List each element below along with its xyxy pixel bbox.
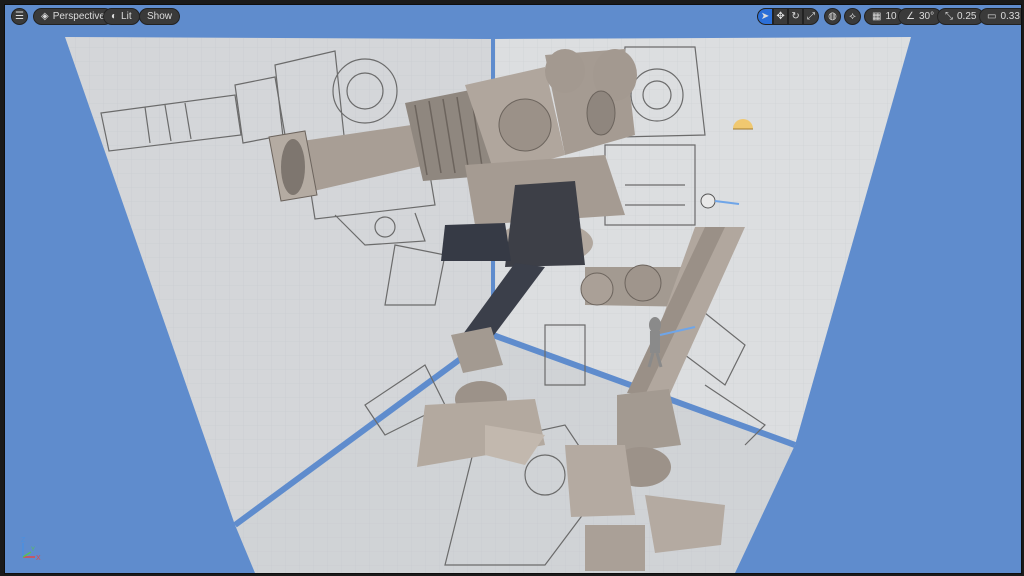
rotate-icon: ↻	[791, 11, 800, 22]
scale-snap-button[interactable]: ⤡ 0.25	[937, 8, 985, 25]
viewport-menu-button[interactable]: ☰	[11, 8, 28, 25]
angle-icon: ∠	[906, 11, 915, 22]
axis-gizmo: Z X Y	[21, 537, 41, 562]
translate-tool-button[interactable]: ✥	[773, 8, 788, 25]
rotation-snap-button[interactable]: ∠ 30°	[898, 8, 943, 25]
scale-snap-icon: ⤡	[945, 11, 953, 22]
level-viewport[interactable]: ☰ ◈ Perspective ◐ Lit Show ➤ ✥ ↻ ⤢ ◍ ⟡ ▦…	[4, 4, 1022, 574]
scale-tool-button[interactable]: ⤢	[803, 8, 819, 25]
lit-label: Lit	[121, 11, 132, 22]
globe-icon: ◍	[828, 11, 837, 22]
rotate-tool-button[interactable]: ↻	[788, 8, 803, 25]
axis-y-label: Y	[31, 547, 35, 553]
grid-icon: ▦	[872, 11, 882, 22]
axis-z-label: Z	[21, 537, 26, 544]
cursor-icon: ➤	[760, 11, 770, 22]
move-icon: ✥	[776, 11, 785, 22]
scale-snap-value: 0.25	[957, 11, 977, 22]
camera-speed-button[interactable]: ▭ 0.33	[979, 8, 1021, 25]
surface-snap-icon: ⟡	[849, 11, 856, 22]
show-label: Show	[147, 11, 173, 22]
view-mode-button[interactable]: ◐ Lit	[103, 8, 140, 25]
world-local-toggle[interactable]: ◍	[824, 8, 841, 25]
cube-icon: ◈	[41, 11, 49, 22]
perspective-label: Perspective	[52, 11, 105, 22]
rotation-snap-value: 30°	[918, 11, 935, 22]
show-button[interactable]: Show	[139, 8, 181, 25]
perspective-button[interactable]: ◈ Perspective	[33, 8, 113, 25]
camera-icon: ▭	[987, 11, 997, 22]
axis-x-label: X	[36, 555, 41, 562]
transform-tools: ➤ ✥ ↻ ⤢	[757, 8, 819, 25]
surface-snap-button[interactable]: ⟡	[844, 8, 861, 25]
lit-sphere-icon: ◐	[111, 11, 118, 22]
hamburger-icon: ☰	[15, 11, 24, 22]
select-tool-button[interactable]: ➤	[757, 8, 773, 25]
viewport-toolbar: ☰ ◈ Perspective ◐ Lit Show ➤ ✥ ↻ ⤢ ◍ ⟡ ▦…	[5, 5, 1021, 27]
camera-speed-value: 0.33	[1000, 11, 1020, 22]
scale-icon: ⤢	[807, 11, 815, 22]
grid-snap-value: 10	[885, 11, 897, 22]
scene-render	[65, 37, 911, 573]
